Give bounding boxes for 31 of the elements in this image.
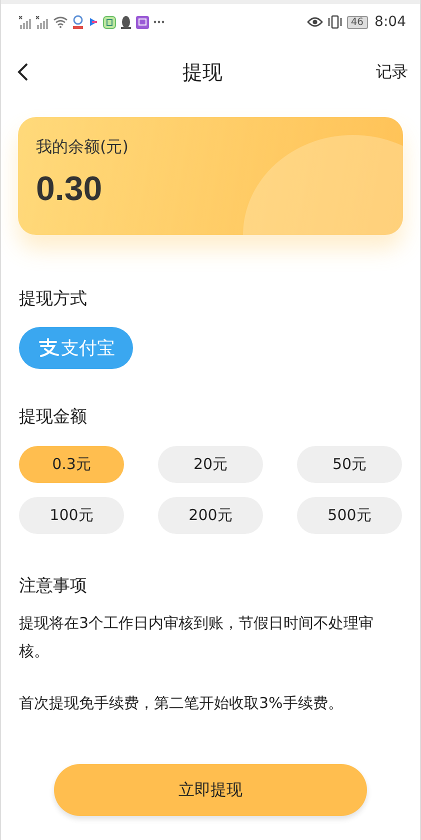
wifi-icon — [53, 16, 68, 28]
amount-option[interactable]: 200元 — [158, 497, 263, 534]
signal-icon — [19, 16, 32, 28]
amount-option[interactable]: 20元 — [158, 446, 263, 483]
more-icon — [153, 20, 165, 24]
note-text: 提现将在3个工作日内审核到账，节假日时间不处理审核。 — [18, 613, 375, 662]
signal-icon — [36, 16, 49, 28]
amount-option[interactable]: 100元 — [19, 497, 124, 534]
amount-option[interactable]: 50元 — [297, 446, 402, 483]
app-icon — [136, 16, 149, 28]
balance-amount: 0.30 — [36, 170, 104, 209]
app-icon — [103, 16, 116, 28]
note-text: 首次提现免手续费，第二笔开始收取3%手续费。 — [18, 693, 344, 714]
back-icon[interactable] — [17, 62, 29, 82]
balance-label: 我的余额(元) — [36, 137, 130, 158]
wallet-logo-icon — [37, 338, 59, 358]
page-title: 提现 — [182, 58, 222, 86]
battery-level: 46 — [346, 16, 368, 28]
app-icon — [88, 16, 99, 28]
penguin-icon — [120, 16, 132, 28]
section-heading: 注意事项 — [18, 575, 88, 597]
vibrate-icon — [326, 15, 343, 29]
records-link[interactable]: 记录 — [376, 62, 408, 82]
section-heading: 提现方式 — [18, 288, 88, 310]
withdraw-button[interactable]: 立即提现 — [54, 764, 367, 816]
amount-option[interactable]: 0.3元 — [19, 446, 124, 483]
eye-icon — [306, 16, 323, 28]
clock-time: 8:04 — [374, 14, 406, 30]
app-icon — [72, 15, 84, 29]
amount-option[interactable]: 500元 — [297, 497, 402, 534]
section-heading: 提现金额 — [18, 406, 88, 428]
